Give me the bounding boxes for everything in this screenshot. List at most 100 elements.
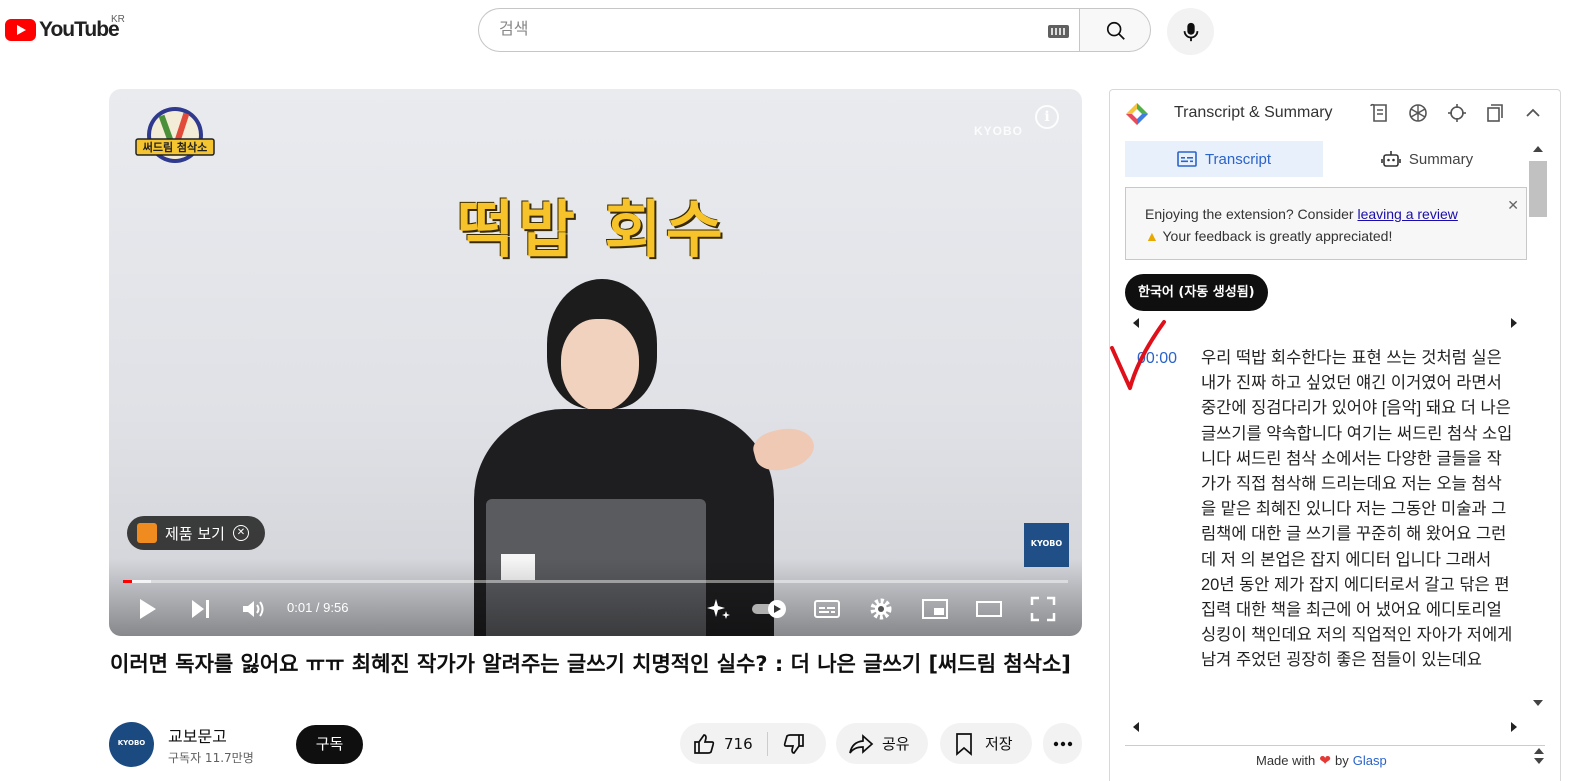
subscribe-button[interactable]: 구독 <box>296 725 363 764</box>
subscriber-count: 구독자 11.7만명 <box>168 751 254 765</box>
badge-text: 써드림 첨삭소 <box>143 140 208 154</box>
channel-watermark: KYOBO <box>974 124 1024 138</box>
tab-transcript-label: Transcript <box>1204 150 1272 168</box>
panel-header: Transcript & Summary <box>1110 90 1560 136</box>
close-icon[interactable]: ✕ <box>1507 194 1519 216</box>
miniplayer-button[interactable] <box>921 595 949 623</box>
script-icon[interactable] <box>1369 102 1391 124</box>
more-actions-button[interactable] <box>1043 723 1082 764</box>
ai-features-button[interactable] <box>706 595 732 623</box>
progress-bar[interactable] <box>123 580 1068 583</box>
tab-summary[interactable]: Summary <box>1327 141 1527 177</box>
info-icon[interactable]: i <box>1035 105 1059 129</box>
leave-review-link[interactable]: leaving a review <box>1357 206 1457 222</box>
close-icon[interactable]: ✕ <box>232 525 249 541</box>
made-with-text: Made with <box>1256 753 1316 768</box>
masthead: YouTube KR <box>0 0 1572 64</box>
more-horizontal-icon <box>1053 741 1072 746</box>
tab-transcript[interactable]: Transcript <box>1125 141 1323 177</box>
scroll-up-icon[interactable] <box>1533 146 1543 152</box>
scroll-up-icon[interactable] <box>1534 748 1544 754</box>
footer-divider <box>1125 745 1545 746</box>
scroll-down-icon[interactable] <box>1534 758 1544 764</box>
transcript-text: 우리 떡밥 회수한다는 표현 쓰는 것처럼 실은 내가 진짜 하고 싶었던 얘긴… <box>1201 349 1513 670</box>
youtube-logo[interactable]: YouTube <box>5 18 120 42</box>
autoplay-toggle-icon <box>752 600 786 618</box>
fullscreen-icon <box>1030 596 1056 622</box>
share-icon <box>849 733 874 754</box>
transcript-icon <box>1177 151 1197 167</box>
miniplayer-icon <box>922 599 948 619</box>
volume-icon <box>243 601 264 617</box>
fullscreen-button[interactable] <box>1030 595 1056 623</box>
play-button[interactable] <box>137 595 159 623</box>
search-box <box>478 8 1080 52</box>
search-icon <box>1106 21 1125 40</box>
gear-icon <box>870 598 892 620</box>
clapping-hands-icon: ▲ <box>1145 228 1159 244</box>
scroll-left-icon[interactable] <box>1133 722 1139 732</box>
view-products-button[interactable]: 제품 보기 ✕ <box>127 516 265 550</box>
theater-mode-icon <box>976 601 1002 617</box>
language-selector[interactable]: 한국어 (자동 생성됨) <box>1125 274 1268 311</box>
like-count: 716 <box>724 734 753 753</box>
thumbs-up-icon <box>694 733 715 754</box>
autoplay-toggle[interactable] <box>751 595 789 623</box>
theater-mode-button[interactable] <box>975 595 1003 623</box>
video-player[interactable]: 써드림 첨삭소 KYOBO i 떡밥 회수 제품 보기 ✕ KYOBO 0:01… <box>109 89 1082 636</box>
settings-button[interactable] <box>868 595 894 623</box>
logo-text: YouTube <box>39 18 120 41</box>
voice-search-button[interactable] <box>1167 8 1214 55</box>
microphone-icon <box>1183 22 1199 42</box>
sparkle-icon <box>707 599 730 619</box>
chevron-up-icon[interactable] <box>1522 102 1544 124</box>
scroll-right-icon[interactable] <box>1511 722 1517 732</box>
share-label: 공유 <box>882 735 910 753</box>
like-button[interactable]: 716 <box>692 732 753 756</box>
copy-icon[interactable] <box>1484 102 1506 124</box>
by-text: by <box>1334 753 1349 768</box>
red-check-annotation <box>1110 320 1166 390</box>
time-display: 0:01 / 9:56 <box>287 600 349 615</box>
review-notice: Enjoying the extension? Consider leaving… <box>1125 187 1527 260</box>
chatgpt-icon[interactable] <box>1407 102 1429 124</box>
notice-text-2: Your feedback is greatly appreciated! <box>1162 228 1393 244</box>
youtube-play-icon <box>5 19 36 41</box>
scroll-thumb[interactable] <box>1529 161 1547 217</box>
tab-summary-label: Summary <box>1408 150 1474 168</box>
next-button[interactable] <box>189 595 213 623</box>
country-code: KR <box>111 14 125 25</box>
scroll-right-icon[interactable] <box>1511 318 1517 328</box>
glasp-logo-icon <box>1126 103 1148 125</box>
subtitles-icon <box>814 600 840 618</box>
keyboard-icon[interactable] <box>1048 25 1069 38</box>
video-title: 이러면 독자를 잃어요 ㅠㅠ 최혜진 작가가 알려주는 글쓰기 치명적인 실수?… <box>110 652 1071 676</box>
progress-fill <box>123 580 132 583</box>
save-label: 저장 <box>985 735 1013 753</box>
share-button[interactable]: 공유 <box>836 723 928 764</box>
glasp-link[interactable]: Glasp <box>1353 753 1387 768</box>
transcript-scrollbar[interactable] <box>1527 146 1549 706</box>
panel-title: Transcript & Summary <box>1174 104 1333 121</box>
channel-avatar[interactable]: KYOBO <box>109 722 154 767</box>
thumbs-down-icon <box>783 734 804 754</box>
play-icon <box>140 599 156 619</box>
bookmark-icon <box>956 732 972 756</box>
subtitles-button[interactable] <box>813 595 841 623</box>
search-button[interactable] <box>1079 8 1151 52</box>
save-button[interactable]: 저장 <box>940 723 1032 764</box>
panel-tabs: Transcript Summary <box>1125 141 1527 177</box>
notice-text: Enjoying the extension? Consider <box>1145 206 1354 222</box>
scroll-down-icon[interactable] <box>1533 700 1543 706</box>
show-badge-logo: 써드림 첨삭소 <box>135 107 215 163</box>
search-input[interactable] <box>499 19 1019 41</box>
transcript-summary-panel: Transcript & Summary Transcript Summary … <box>1109 89 1561 781</box>
channel-name[interactable]: 교보문고 <box>168 723 227 747</box>
like-dislike-group: 716 <box>680 723 826 764</box>
presenter-face <box>561 319 639 411</box>
crosshair-icon[interactable] <box>1446 102 1468 124</box>
volume-button[interactable] <box>241 595 267 623</box>
robot-icon <box>1381 151 1401 167</box>
dislike-button[interactable] <box>782 732 806 760</box>
heart-icon: ❤ <box>1319 752 1331 768</box>
